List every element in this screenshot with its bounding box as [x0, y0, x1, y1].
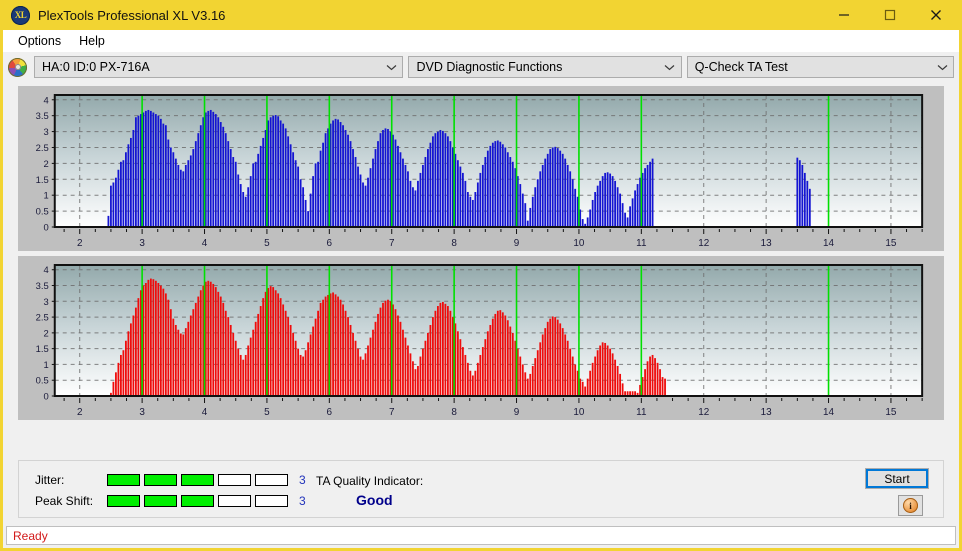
- svg-text:3: 3: [44, 127, 49, 138]
- jitter-segment-bar: [107, 474, 288, 486]
- close-icon[interactable]: [913, 0, 959, 30]
- status-text: Ready: [13, 528, 48, 543]
- svg-text:15: 15: [885, 238, 896, 249]
- svg-text:10: 10: [573, 238, 584, 249]
- info-button[interactable]: i: [898, 495, 923, 516]
- selector-bar: HA:0 ID:0 PX-716A DVD Diagnostic Functio…: [3, 52, 959, 82]
- svg-text:9: 9: [514, 238, 520, 249]
- peak-shift-label: Peak Shift:: [35, 494, 94, 508]
- menu-item-help[interactable]: Help: [70, 32, 114, 50]
- segment-cell: [255, 474, 288, 486]
- results-panel: Jitter: 3 Peak Shift: 3 TA Quality Indic…: [18, 460, 944, 518]
- peak-shift-value: 3: [299, 494, 306, 508]
- start-button[interactable]: Start: [865, 468, 929, 489]
- svg-text:15: 15: [885, 407, 896, 418]
- info-icon: i: [903, 498, 918, 513]
- svg-text:6: 6: [327, 238, 333, 249]
- segment-cell: [107, 474, 140, 486]
- ta-quality-label: TA Quality Indicator:: [316, 474, 424, 488]
- svg-text:11: 11: [636, 238, 647, 249]
- svg-text:8: 8: [451, 238, 457, 249]
- svg-text:1: 1: [44, 191, 49, 202]
- svg-text:4: 4: [202, 407, 208, 418]
- peak-shift-plot-area: 0 0.5 1 1.5 2 2.5 3 3.5 4 2 3 4 5 6 7 8 9 10 11 12 13 14 15: [18, 256, 944, 420]
- segment-cell: [181, 474, 214, 486]
- status-bar: Ready: [6, 526, 956, 545]
- svg-text:10: 10: [573, 407, 584, 418]
- segment-cell: [218, 495, 251, 507]
- svg-text:7: 7: [389, 407, 395, 418]
- charts-container: 0 0.5 1 1.5 2 2.5 3 3.5 4 2 3 4 5 6 7 8 9 10 11 12 13 14 15 00…: [3, 82, 959, 420]
- svg-text:3: 3: [44, 297, 49, 308]
- menu-bar: Options Help: [3, 30, 959, 52]
- svg-text:8: 8: [451, 407, 457, 418]
- svg-text:12: 12: [698, 407, 709, 418]
- svg-text:13: 13: [761, 238, 772, 249]
- svg-text:14: 14: [823, 407, 834, 418]
- svg-text:1.5: 1.5: [36, 344, 49, 355]
- svg-text:4: 4: [44, 265, 49, 276]
- svg-text:12: 12: [698, 238, 709, 249]
- svg-text:1.5: 1.5: [36, 175, 49, 186]
- function-select[interactable]: DVD Diagnostic Functions: [408, 56, 682, 78]
- jitter-plot-area: 0 0.5 1 1.5 2 2.5 3 3.5 4 2 3 4 5 6 7 8 9 10 11 12 13 14 15: [18, 86, 944, 251]
- svg-text:2: 2: [77, 407, 83, 418]
- peak-shift-chart: 0 0.5 1 1.5 2 2.5 3 3.5 4 2 3 4 5 6 7 8 9 10 11 12 13 14 15: [18, 256, 944, 420]
- jitter-result-row: Jitter: 3: [35, 473, 306, 487]
- menu-item-options[interactable]: Options: [9, 32, 70, 50]
- svg-text:9: 9: [514, 407, 520, 418]
- chevron-down-icon: [659, 64, 681, 71]
- svg-text:13: 13: [761, 407, 772, 418]
- svg-text:3.5: 3.5: [36, 111, 49, 122]
- application-window: XL PlexTools Professional XL V3.16 Optio…: [0, 0, 962, 551]
- window-controls: [821, 0, 959, 30]
- function-select-value: DVD Diagnostic Functions: [416, 60, 563, 74]
- segment-cell: [218, 474, 251, 486]
- svg-text:4: 4: [202, 238, 208, 249]
- segment-cell: [255, 495, 288, 507]
- svg-text:11: 11: [636, 407, 647, 418]
- svg-text:3: 3: [139, 407, 145, 418]
- svg-text:5: 5: [264, 407, 270, 418]
- jitter-chart: 0 0.5 1 1.5 2 2.5 3 3.5 4 2 3 4 5 6 7 8 9 10 11 12 13 14 15: [18, 86, 944, 251]
- svg-text:3: 3: [139, 238, 145, 249]
- segment-cell: [107, 495, 140, 507]
- ta-quality-value: Good: [356, 492, 393, 508]
- svg-text:5: 5: [264, 238, 270, 249]
- svg-text:4: 4: [44, 95, 49, 106]
- svg-text:0.5: 0.5: [36, 207, 49, 218]
- maximize-icon[interactable]: [867, 0, 913, 30]
- title-bar: XL PlexTools Professional XL V3.16: [3, 0, 959, 30]
- segment-cell: [144, 474, 177, 486]
- peak-shift-result-row: Peak Shift: 3: [35, 494, 306, 508]
- peak-shift-segment-bar: [107, 495, 288, 507]
- svg-text:1: 1: [44, 360, 49, 371]
- svg-text:6: 6: [327, 407, 333, 418]
- drive-select-value: HA:0 ID:0 PX-716A: [42, 60, 150, 74]
- segment-cell: [144, 495, 177, 507]
- xl-logo-icon: XL: [11, 5, 30, 25]
- svg-text:0: 0: [44, 391, 49, 402]
- optical-disc-icon: [8, 57, 27, 77]
- chevron-down-icon: [931, 64, 953, 71]
- jitter-label: Jitter:: [35, 473, 65, 487]
- svg-text:7: 7: [389, 238, 395, 249]
- jitter-value: 3: [299, 473, 306, 487]
- svg-text:0: 0: [44, 222, 49, 233]
- svg-text:2: 2: [44, 159, 49, 170]
- window-title: PlexTools Professional XL V3.16: [38, 7, 226, 23]
- svg-text:2.5: 2.5: [36, 313, 49, 324]
- chevron-down-icon: [380, 64, 402, 71]
- svg-text:0.5: 0.5: [36, 376, 49, 387]
- test-select[interactable]: Q-Check TA Test: [686, 56, 954, 78]
- svg-text:3.5: 3.5: [36, 281, 49, 292]
- test-select-value: Q-Check TA Test: [694, 60, 788, 74]
- svg-text:2: 2: [77, 238, 83, 249]
- drive-select[interactable]: HA:0 ID:0 PX-716A: [34, 56, 404, 78]
- svg-text:2: 2: [44, 328, 49, 339]
- minimize-icon[interactable]: [821, 0, 867, 30]
- svg-text:14: 14: [823, 238, 834, 249]
- segment-cell: [181, 495, 214, 507]
- svg-text:2.5: 2.5: [36, 143, 49, 154]
